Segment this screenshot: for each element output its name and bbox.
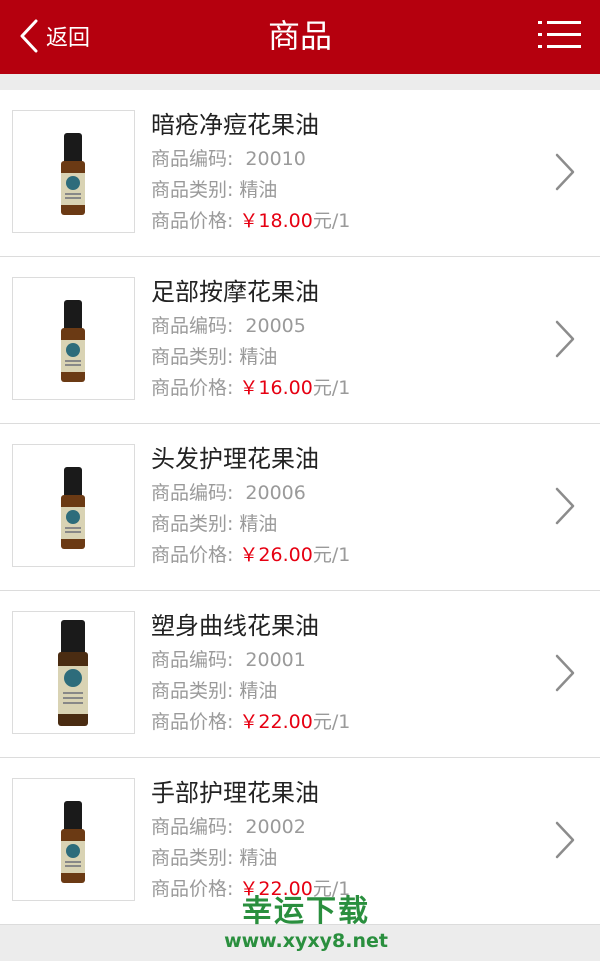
product-code: 20006: [245, 482, 306, 504]
product-category: 精油: [239, 847, 278, 869]
oil-bottle-icon: [61, 467, 85, 549]
category-label: 商品类别:: [151, 346, 234, 368]
top-bar: 返回 商品: [0, 0, 600, 74]
oil-bottle-icon: [61, 133, 85, 215]
product-image: [12, 778, 135, 901]
price-label: 商品价格:: [151, 544, 234, 566]
product-code: 20002: [245, 816, 306, 838]
category-label: 商品类别:: [151, 513, 234, 535]
code-label: 商品编码:: [151, 315, 234, 337]
product-price: ￥16.00: [239, 377, 313, 399]
product-category: 精油: [239, 179, 278, 201]
product-price: ￥26.00: [239, 544, 313, 566]
price-label: 商品价格:: [151, 210, 234, 232]
price-label: 商品价格:: [151, 711, 234, 733]
product-image: [12, 110, 135, 233]
code-label: 商品编码:: [151, 148, 234, 170]
chevron-right-icon: [555, 153, 575, 191]
product-image: [12, 277, 135, 400]
product-name: 头发护理花果油: [151, 445, 319, 473]
oil-bottle-icon: [61, 801, 85, 883]
product-code: 20005: [245, 315, 306, 337]
product-item[interactable]: 足部按摩花果油 商品编码: 20005 商品类别: 精油 商品价格: ￥16.00元/…: [0, 257, 600, 424]
price-unit: 元/1: [312, 377, 351, 399]
product-item[interactable]: 塑身曲线花果油 商品编码: 20001 商品类别: 精油 商品价格: ￥22.00元/…: [0, 591, 600, 758]
list-menu-icon: [538, 21, 581, 48]
product-item[interactable]: 暗疮净痘花果油 商品编码: 20010 商品类别: 精油 商品价格: ￥18.00元/…: [0, 90, 600, 257]
watermark-text: 幸运下载: [242, 894, 370, 929]
product-list: 暗疮净痘花果油 商品编码: 20010 商品类别: 精油 商品价格: ￥18.00元/…: [0, 90, 600, 925]
product-category: 精油: [239, 513, 278, 535]
product-name: 塑身曲线花果油: [151, 612, 319, 640]
price-label: 商品价格:: [151, 377, 234, 399]
oil-bottle-icon: [58, 620, 88, 726]
product-category: 精油: [239, 680, 278, 702]
chevron-right-icon: [555, 487, 575, 525]
oil-bottle-icon: [61, 300, 85, 382]
product-price: ￥18.00: [239, 210, 313, 232]
product-code: 20010: [245, 148, 306, 170]
price-unit: 元/1: [312, 544, 351, 566]
category-label: 商品类别:: [151, 847, 234, 869]
product-name: 暗疮净痘花果油: [151, 111, 319, 139]
product-image: [12, 444, 135, 567]
product-item[interactable]: 头发护理花果油 商品编码: 20006 商品类别: 精油 商品价格: ￥26.00元/…: [0, 424, 600, 591]
watermark-url: www.xyxy8.net: [224, 930, 388, 952]
product-price: ￥22.00: [239, 711, 313, 733]
category-label: 商品类别:: [151, 179, 234, 201]
chevron-right-icon: [555, 320, 575, 358]
product-code: 20001: [245, 649, 306, 671]
category-label: 商品类别:: [151, 680, 234, 702]
watermark: 幸运下载 www.xyxy8.net: [216, 894, 396, 952]
product-name: 足部按摩花果油: [151, 278, 319, 306]
product-category: 精油: [239, 346, 278, 368]
menu-button[interactable]: [538, 18, 582, 52]
code-label: 商品编码:: [151, 649, 234, 671]
code-label: 商品编码:: [151, 482, 234, 504]
product-image: [12, 611, 135, 734]
price-unit: 元/1: [312, 210, 351, 232]
price-unit: 元/1: [312, 711, 351, 733]
code-label: 商品编码:: [151, 816, 234, 838]
chevron-right-icon: [555, 821, 575, 859]
chevron-right-icon: [555, 654, 575, 692]
product-name: 手部护理花果油: [151, 779, 319, 807]
page-title: 商品: [267, 17, 332, 55]
